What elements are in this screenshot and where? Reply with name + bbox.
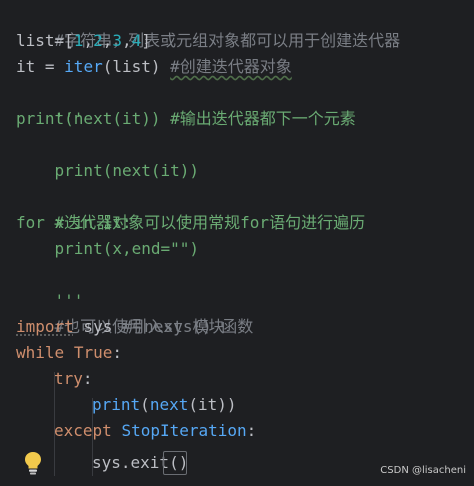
- code-token: ,: [122, 31, 132, 50]
- code-token: sys: [73, 317, 122, 336]
- code-token: (: [140, 395, 150, 414]
- class-name: StopIteration: [121, 421, 247, 440]
- code-editor[interactable]: #字符串，列表或元组对象都可以用于创建迭代器 list=[1,2,3,4] it…: [0, 0, 474, 486]
- docstring-text: print(next(it)): [16, 109, 171, 128]
- number-literal: 2: [93, 31, 103, 50]
- code-token: (it)): [188, 395, 237, 414]
- keyword-except: except: [54, 421, 112, 440]
- code-line-11[interactable]: ''': [16, 262, 84, 310]
- code-line-17[interactable]: except StopIteration:: [54, 418, 256, 444]
- comment-text: #创建迭代器对象: [170, 57, 292, 76]
- comment-text: #引入sys模块: [121, 317, 225, 336]
- code-line-5[interactable]: print(next(it)) #输出迭代器都下一个元素: [16, 106, 356, 132]
- keyword-try: try: [54, 369, 83, 388]
- keyword-import: import: [16, 317, 74, 336]
- code-token: it =: [16, 57, 65, 76]
- code-line-4[interactable]: ''': [16, 80, 84, 128]
- code-line-15[interactable]: try:: [54, 366, 93, 392]
- number-literal: 3: [112, 31, 122, 50]
- code-token: list=[: [16, 31, 74, 50]
- code-token: (list): [102, 57, 171, 76]
- code-line-12[interactable]: #也可以使用next () 函数: [16, 288, 254, 336]
- code-line-13[interactable]: import sys #引入sys模块: [16, 314, 225, 340]
- keyword-while: while: [16, 343, 65, 362]
- code-line-8[interactable]: #迭代器对象可以使用常规for语句进行遍历: [16, 184, 366, 232]
- code-line-14[interactable]: while True:: [16, 340, 122, 366]
- code-token: :: [82, 369, 93, 388]
- code-line-2[interactable]: list=[1,2,3,4]: [16, 28, 151, 54]
- number-literal: 4: [131, 31, 142, 50]
- docstring-text: ): [189, 239, 200, 258]
- docstring-text: "": [170, 239, 190, 258]
- watermark-text: CSDN @lisacheni: [380, 465, 466, 476]
- code-token: ,: [102, 31, 113, 50]
- lightbulb-icon[interactable]: [22, 450, 44, 476]
- function-name: next: [149, 395, 189, 414]
- number-literal: 1: [73, 31, 84, 50]
- code-line-3[interactable]: it = iter(list) #创建迭代器对象: [16, 54, 292, 80]
- code-line-6[interactable]: print(next(it)): [16, 132, 200, 180]
- keyword-true: True: [73, 343, 113, 362]
- function-name: iter: [64, 57, 103, 76]
- docstring-text: in: [73, 213, 94, 232]
- code-token: :: [246, 421, 257, 440]
- code-token: ]: [141, 31, 151, 50]
- bracket-highlight: [163, 451, 187, 475]
- function-name: print: [92, 395, 141, 414]
- code-line-1[interactable]: #字符串，列表或元组对象都可以用于创建迭代器: [16, 2, 401, 50]
- docstring-text: print(next(it)): [54, 161, 200, 180]
- docstring-text: for: [16, 213, 45, 232]
- code-token: :: [112, 343, 122, 362]
- docstring-text: #输出迭代器都下一个元素: [170, 109, 356, 128]
- docstring-text: it:: [93, 213, 132, 232]
- docstring-text: print(x,end=: [16, 239, 171, 258]
- code-token: sys.exit: [92, 453, 170, 472]
- docstring-text: x: [44, 213, 74, 232]
- code-token: ,: [83, 31, 94, 50]
- code-line-16[interactable]: print(next(it)): [92, 392, 237, 418]
- code-line-9[interactable]: for x in it:: [16, 210, 132, 236]
- code-line-10[interactable]: print(x,end=""): [16, 236, 200, 262]
